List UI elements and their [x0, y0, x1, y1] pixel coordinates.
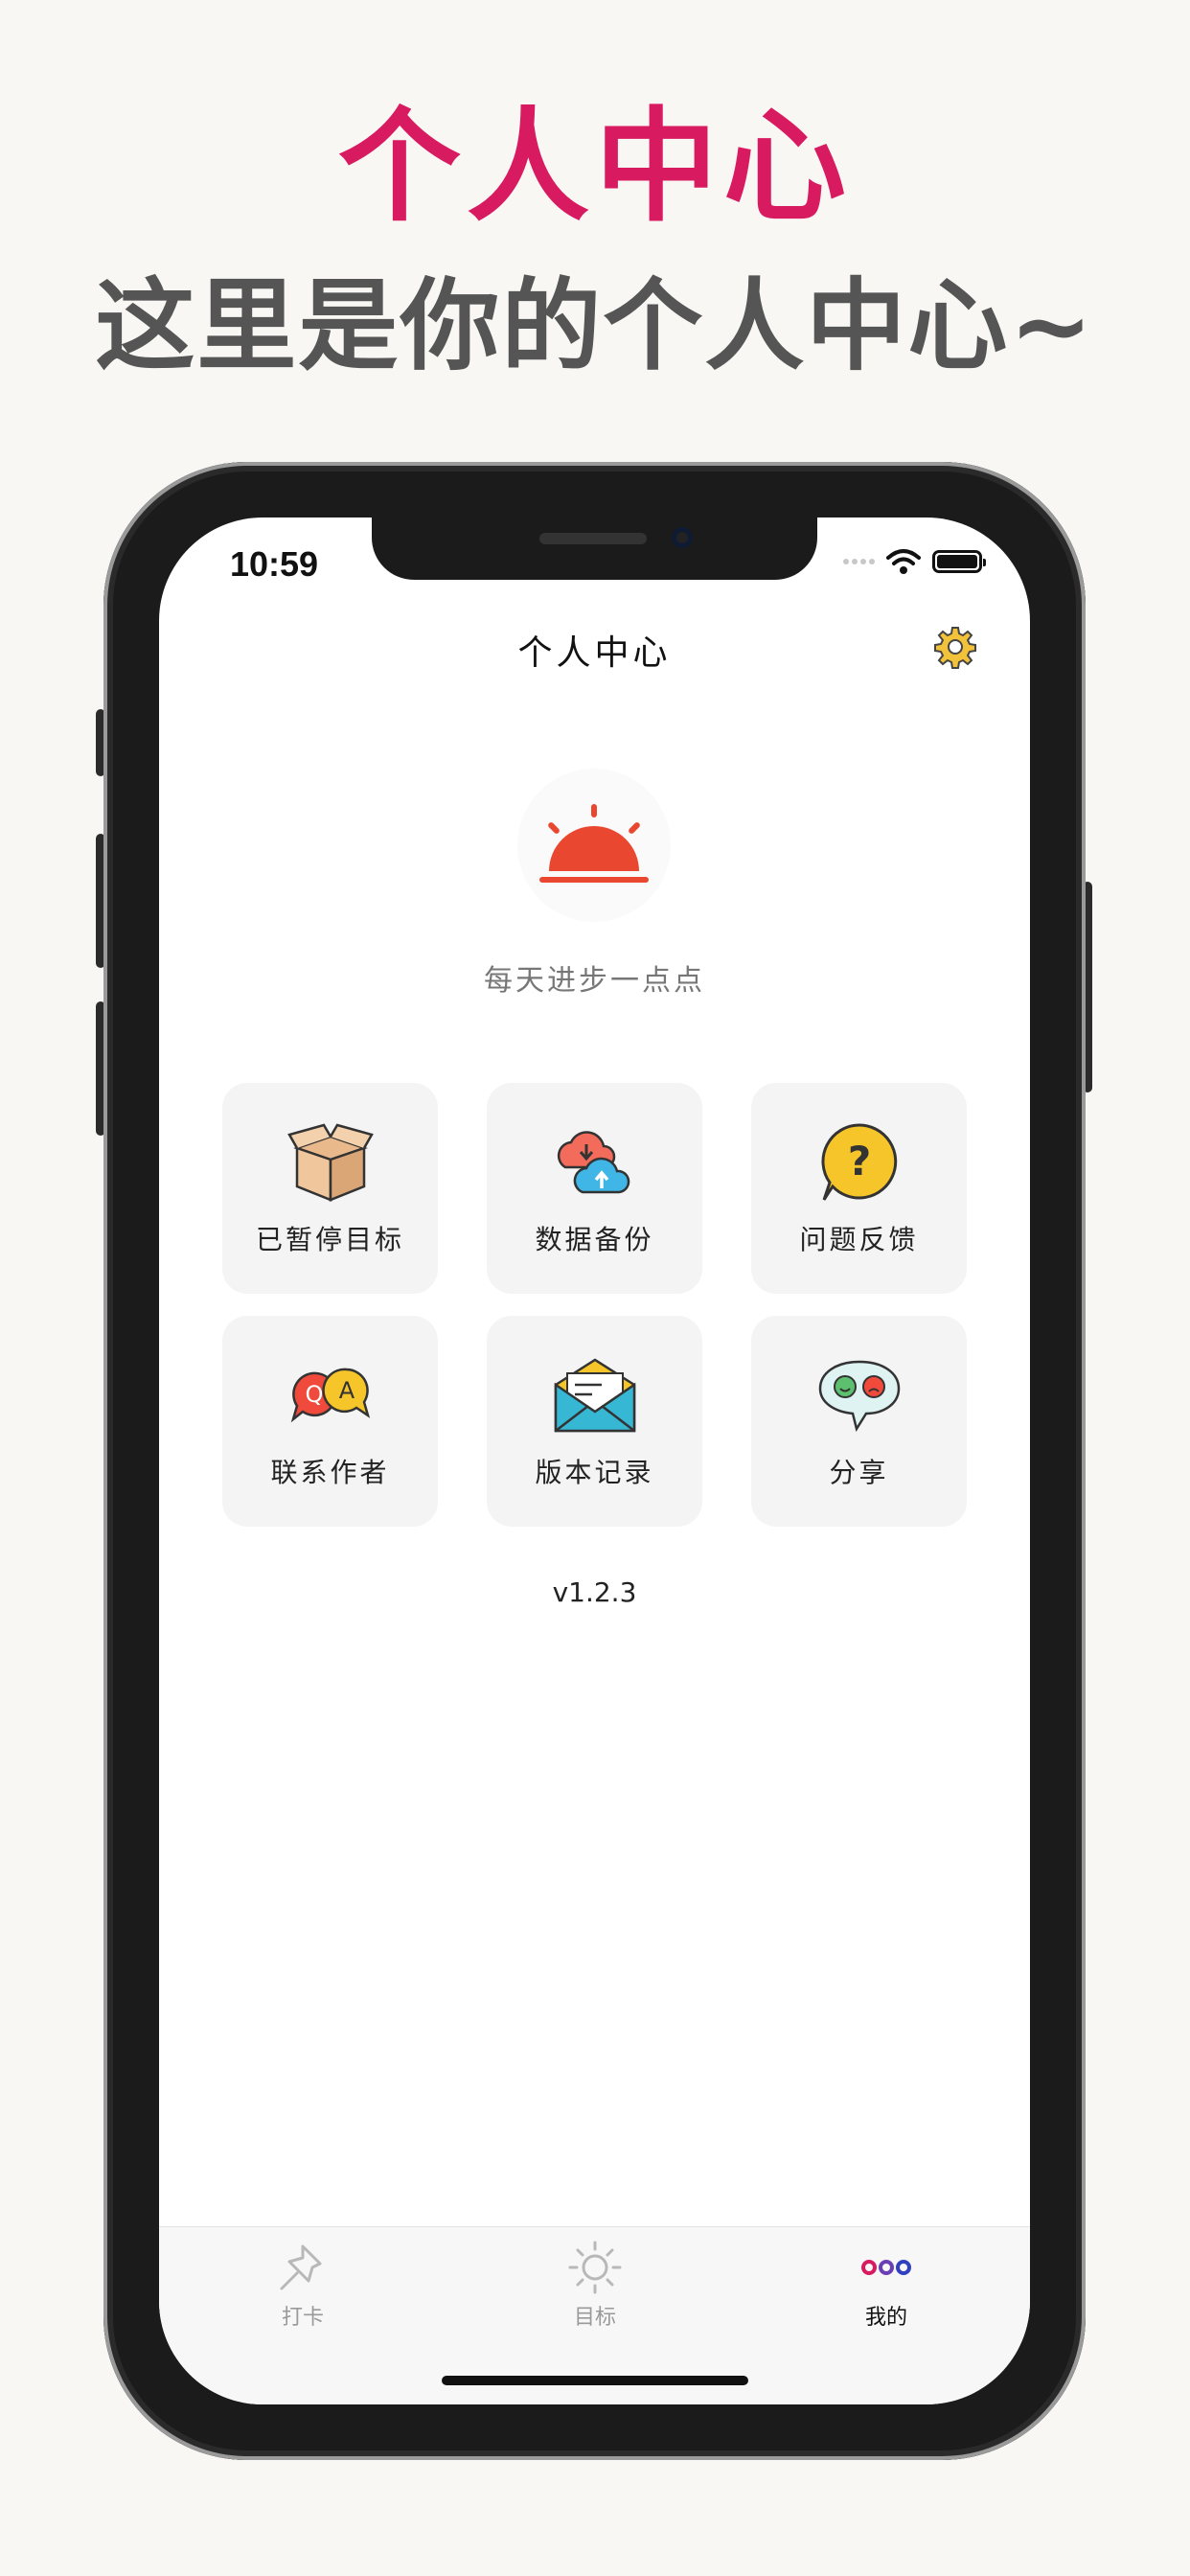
status-time: 10:59	[230, 544, 319, 584]
menu-item-contact-author[interactable]: Q A 联系作者	[222, 1316, 438, 1527]
menu-item-version-history[interactable]: 版本记录	[487, 1316, 702, 1527]
cloud-sync-icon	[557, 1131, 629, 1194]
menu-item-feedback[interactable]: ? 问题反馈	[751, 1083, 967, 1294]
envelope-icon	[554, 1358, 635, 1433]
status-indicators	[843, 548, 986, 575]
menu-label: 联系作者	[270, 1457, 390, 1488]
three-dots-icon	[861, 2260, 911, 2275]
menu-label: 问题反馈	[799, 1224, 919, 1255]
signal-icon	[843, 559, 875, 564]
menu-grid: 已暂停目标 数据备份 ? 问题反馈 Q A 联系作者 版本记录 分享	[222, 1083, 968, 1527]
sunrise-icon	[539, 804, 649, 883]
pin-icon	[280, 2244, 322, 2290]
battery-icon	[932, 550, 986, 573]
page-title: 个人中心	[517, 633, 672, 673]
gear-icon[interactable]	[933, 625, 977, 669]
version-label: v1.2.3	[552, 1576, 637, 1608]
promo-subtitle: 这里是你的个人中心~	[95, 267, 1095, 384]
app-screen: 10:59 个人中心 每天进步一点点 已暂停目标 数据备份 ? 问题反馈 Q A…	[159, 518, 1030, 2404]
question-icon: ?	[820, 1123, 897, 1201]
wifi-icon	[886, 549, 921, 574]
phone-frame: 10:59 个人中心 每天进步一点点 已暂停目标 数据备份 ? 问题反馈 Q A…	[103, 462, 1086, 2460]
menu-item-paused-goals[interactable]: 已暂停目标	[222, 1083, 438, 1294]
promo-title: 个人中心	[337, 96, 852, 239]
box-icon	[286, 1123, 374, 1202]
tab-goals[interactable]: 目标	[523, 2239, 667, 2331]
svg-text:?: ?	[847, 1138, 870, 1184]
tab-label: 目标	[573, 2306, 616, 2330]
notch	[372, 518, 817, 580]
speaker	[539, 533, 647, 544]
menu-label: 已暂停目标	[255, 1224, 404, 1255]
menu-item-data-backup[interactable]: 数据备份	[487, 1083, 702, 1294]
menu-label: 版本记录	[535, 1457, 654, 1488]
home-indicator[interactable]	[442, 2376, 748, 2385]
qa-bubbles-icon: Q A	[290, 1368, 370, 1423]
tab-checkin[interactable]: 打卡	[231, 2239, 375, 2331]
avatar	[517, 769, 671, 922]
tab-mine[interactable]: 我的	[814, 2239, 958, 2331]
svg-text:Q: Q	[305, 1381, 323, 1408]
menu-label: 数据备份	[535, 1224, 654, 1255]
emoji-bubble-icon	[818, 1360, 900, 1433]
menu-label: 分享	[829, 1457, 889, 1488]
tab-label: 打卡	[281, 2306, 324, 2330]
camera-icon	[672, 527, 693, 548]
tab-bar: 打卡 目标 我的	[159, 2226, 1030, 2404]
motto-text: 每天进步一点点	[484, 964, 705, 998]
tab-label: 我的	[864, 2306, 907, 2330]
menu-item-share[interactable]: 分享	[751, 1316, 967, 1527]
sun-icon	[568, 2241, 622, 2294]
svg-text:A: A	[338, 1377, 355, 1404]
